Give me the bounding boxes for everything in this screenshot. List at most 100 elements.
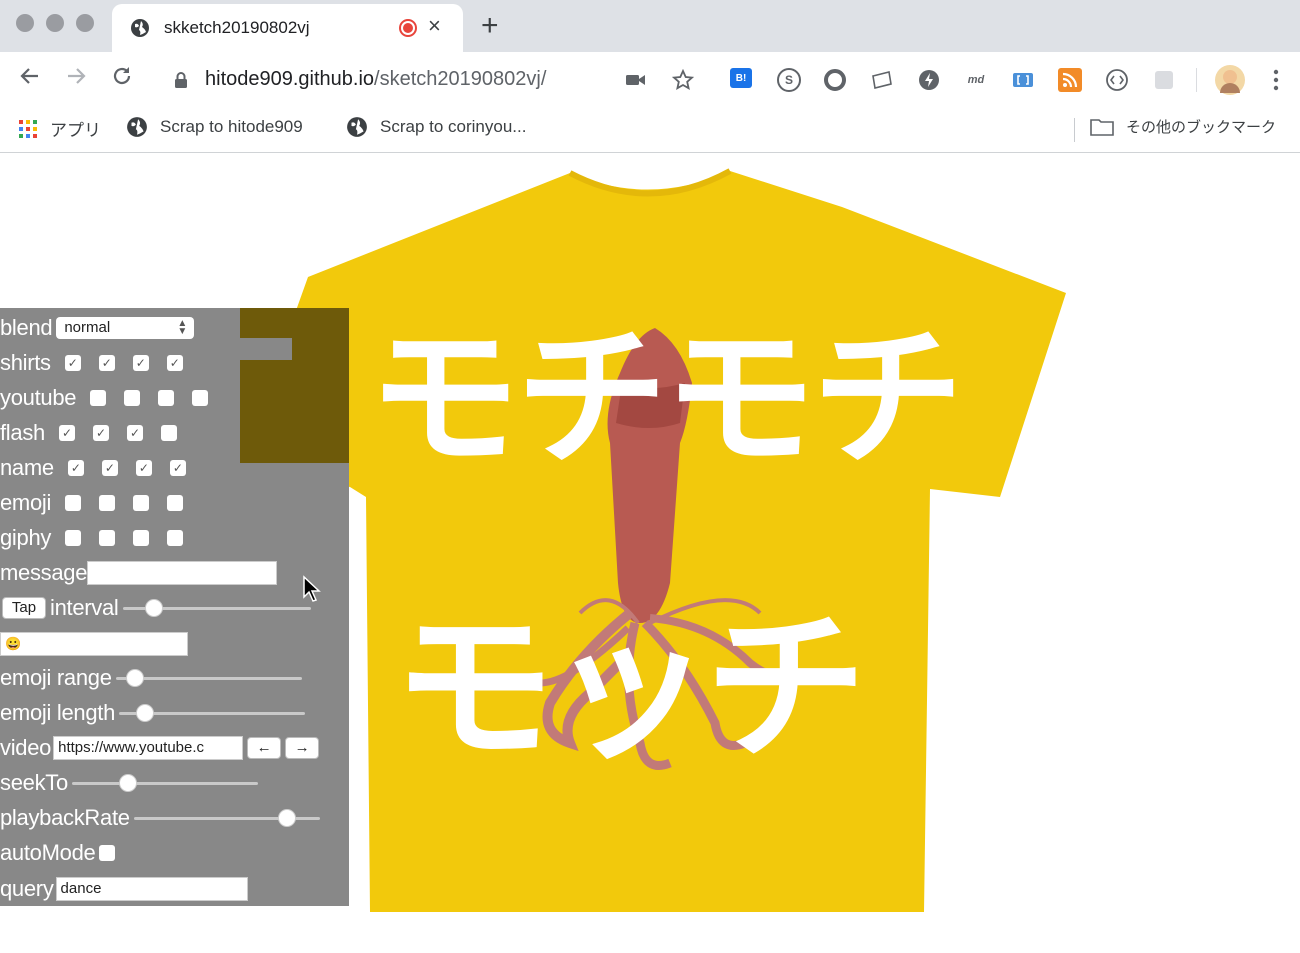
video-label: video [0, 734, 52, 760]
giphy-checkbox-2[interactable] [99, 529, 116, 546]
code-extension-icon[interactable] [1105, 68, 1129, 92]
flash-checkbox-2[interactable]: ✓ [92, 424, 109, 441]
interval-row: Tap interval [0, 590, 311, 625]
emoji-range-slider[interactable] [115, 668, 302, 687]
query-input[interactable]: dance [55, 876, 248, 901]
video-next-button[interactable]: → [285, 736, 320, 759]
flash-checkbox-3[interactable]: ✓ [126, 424, 143, 441]
note-extension-icon[interactable] [870, 68, 894, 92]
playbackrate-label: playbackRate [0, 804, 130, 830]
emoji-field-row: 😀 [0, 626, 188, 661]
new-tab-button[interactable]: + [481, 11, 499, 41]
interval-slider[interactable] [122, 598, 311, 617]
blend-label: blend [0, 314, 53, 340]
youtube-checkbox-3[interactable] [158, 389, 175, 406]
blend-select[interactable]: normal ▲ ▼ [56, 316, 195, 339]
globe-icon [347, 117, 367, 137]
automode-checkbox-1[interactable] [99, 844, 116, 861]
name-label: name [0, 454, 54, 480]
panel-dark-overlay [240, 308, 349, 463]
tap-button[interactable]: Tap [2, 596, 46, 619]
address-bar[interactable]: hitode909.github.io/sketch20190802vj/ [205, 68, 546, 91]
message-input[interactable] [87, 560, 278, 585]
hatena-bookmark-extension-icon[interactable]: B! [730, 68, 752, 88]
shirts-checkbox-4[interactable]: ✓ [166, 354, 183, 371]
slider-thumb[interactable] [277, 808, 296, 827]
shirts-checkbox-2[interactable]: ✓ [98, 354, 115, 371]
youtube-checkbox-2[interactable] [124, 389, 141, 406]
giphy-checkbox-1[interactable] [65, 529, 82, 546]
name-checkbox-2[interactable]: ✓ [101, 459, 118, 476]
emoji-label: emoji [0, 489, 52, 515]
giphy-checkbox-3[interactable] [133, 529, 150, 546]
toolbar-divider [1196, 68, 1197, 92]
playbackrate-slider[interactable] [133, 808, 320, 827]
window-close-button[interactable] [16, 14, 34, 32]
name-checkbox-1[interactable]: ✓ [67, 459, 84, 476]
bookmark-scrap-corinyou[interactable]: Scrap to corinyou... [346, 116, 526, 138]
slider-thumb[interactable] [118, 773, 137, 792]
bookmark-scrap-hitode909[interactable]: Scrap to hitode909 [126, 116, 303, 138]
settings-extension-icon[interactable] [1152, 68, 1176, 92]
youtube-row: youtube [0, 380, 209, 415]
menu-kebab-icon[interactable] [1264, 68, 1288, 92]
automode-label: autoMode [0, 839, 96, 865]
emoji-checkbox-3[interactable] [133, 494, 150, 511]
bookmark-label: Scrap to hitode909 [160, 117, 303, 136]
active-tab[interactable]: skketch20190802vj × [112, 4, 463, 52]
forward-arrow-icon[interactable] [64, 64, 88, 94]
slider-thumb[interactable] [125, 668, 144, 687]
youtube-checkbox-4[interactable] [192, 389, 209, 406]
emoji-row: emoji [0, 485, 184, 520]
name-checkbox-4[interactable]: ✓ [169, 459, 186, 476]
markdown-extension-icon[interactable]: md [964, 68, 988, 92]
control-panel: blend normal ▲ ▼ shirts ✓ ✓ ✓ ✓ youtube flas… [0, 308, 349, 906]
emoji-length-slider[interactable] [119, 703, 306, 722]
shirts-checkbox-1[interactable]: ✓ [64, 354, 81, 371]
bookmark-other-folder[interactable]: その他のブックマーク [1090, 116, 1276, 137]
star-icon[interactable] [671, 68, 695, 92]
camera-icon[interactable] [624, 68, 648, 92]
name-checkbox-3[interactable]: ✓ [135, 459, 152, 476]
slider-thumb[interactable] [144, 598, 163, 617]
shirts-row: shirts ✓ ✓ ✓ ✓ [0, 345, 183, 380]
video-url-input[interactable]: https://www.youtube.c [53, 735, 244, 760]
emoji-checkbox-1[interactable] [65, 494, 82, 511]
apps-grid-icon [19, 119, 37, 138]
slider-thumb[interactable] [136, 703, 155, 722]
mouse-cursor-icon [303, 575, 321, 602]
automode-row: autoMode [0, 835, 116, 870]
emoji-checkbox-2[interactable] [99, 494, 116, 511]
flash-checkbox-4[interactable] [160, 424, 177, 441]
window-zoom-button[interactable] [76, 14, 94, 32]
globe-icon [127, 117, 147, 137]
blend-row: blend normal ▲ ▼ [0, 310, 195, 345]
profile-avatar[interactable] [1215, 65, 1245, 95]
reload-icon[interactable] [110, 64, 134, 94]
name-row: name ✓ ✓ ✓ ✓ [0, 450, 186, 485]
back-arrow-icon[interactable] [18, 64, 42, 94]
video-prev-button[interactable]: ← [247, 736, 282, 759]
tab-close-button[interactable]: × [428, 14, 441, 38]
youtube-checkbox-1[interactable] [90, 389, 107, 406]
bookmark-apps-label: アプリ [50, 121, 101, 140]
emoji-checkbox-4[interactable] [167, 494, 184, 511]
flash-checkbox-1[interactable]: ✓ [58, 424, 75, 441]
emoji-input[interactable]: 😀 [0, 631, 188, 656]
circle-extension-icon[interactable] [823, 68, 847, 92]
scrapbox-extension-icon[interactable]: S [777, 68, 801, 92]
seekto-slider[interactable] [71, 773, 258, 792]
select-arrows-icon: ▲ ▼ [177, 317, 188, 337]
shirts-checkbox-3[interactable]: ✓ [132, 354, 149, 371]
window-minimize-button[interactable] [46, 14, 64, 32]
folder-icon [1090, 118, 1114, 136]
rss-icon[interactable] [1058, 68, 1082, 92]
lock-icon[interactable] [174, 71, 188, 94]
playbackrate-row: playbackRate [0, 800, 320, 835]
recording-indicator-icon [399, 19, 417, 37]
lightning-extension-icon[interactable] [917, 68, 941, 92]
emoji-length-label: emoji length [0, 699, 116, 725]
bracket-extension-icon[interactable] [1011, 68, 1035, 92]
bookmark-apps[interactable]: アプリ [18, 116, 101, 141]
giphy-checkbox-4[interactable] [167, 529, 184, 546]
